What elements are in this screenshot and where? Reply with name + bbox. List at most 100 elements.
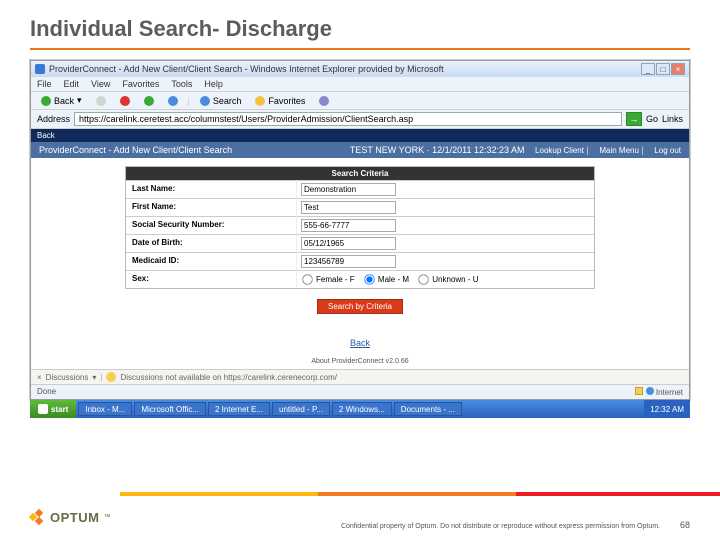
link-logout[interactable]: Log out bbox=[654, 146, 681, 155]
label-ssn: Social Security Number: bbox=[126, 216, 296, 234]
accent-bar bbox=[120, 492, 720, 496]
input-medicaid[interactable] bbox=[301, 255, 396, 268]
row-medicaid: Medicaid ID: bbox=[126, 252, 594, 270]
input-first-name[interactable] bbox=[301, 201, 396, 214]
menu-help[interactable]: Help bbox=[204, 79, 223, 89]
search-button[interactable]: Search bbox=[196, 95, 246, 107]
page-number: 68 bbox=[680, 520, 690, 530]
input-dob[interactable] bbox=[301, 237, 396, 250]
close-button[interactable]: × bbox=[671, 63, 685, 75]
search-label: Search bbox=[213, 96, 242, 106]
header-datetime: 12/1/2011 12:32:23 AM bbox=[432, 145, 524, 155]
radio-unknown[interactable] bbox=[419, 274, 429, 284]
window-titlebar: ProviderConnect - Add New Client/Client … bbox=[31, 61, 689, 77]
row-last-name: Last Name: bbox=[126, 180, 594, 198]
slide-title: Individual Search- Discharge bbox=[0, 0, 720, 48]
favorites-button[interactable]: Favorites bbox=[251, 95, 309, 107]
task-item[interactable]: Documents - ... bbox=[394, 402, 462, 416]
warning-icon bbox=[106, 372, 116, 382]
header-user: TEST NEW YORK bbox=[350, 145, 424, 155]
back-label: Back bbox=[54, 96, 74, 106]
status-bar: Done Internet bbox=[31, 384, 689, 399]
radio-male-label[interactable]: Male - M bbox=[363, 275, 409, 284]
media-button[interactable] bbox=[315, 95, 333, 107]
task-item[interactable]: untitled - P... bbox=[272, 402, 330, 416]
stop-button[interactable] bbox=[116, 95, 134, 107]
label-sex: Sex: bbox=[126, 270, 296, 288]
discussions-message: Discussions not available on https://car… bbox=[120, 373, 337, 382]
home-button[interactable] bbox=[164, 95, 182, 107]
search-by-criteria-button[interactable]: Search by Criteria bbox=[317, 299, 403, 314]
label-last-name: Last Name: bbox=[126, 180, 296, 198]
menu-edit[interactable]: Edit bbox=[64, 79, 80, 89]
lock-icon bbox=[635, 387, 643, 395]
discussions-close-icon[interactable]: × bbox=[37, 373, 42, 382]
forward-button[interactable] bbox=[92, 95, 110, 107]
label-medicaid: Medicaid ID: bbox=[126, 252, 296, 270]
toolbar: Back ▾ | Search Favorites bbox=[31, 91, 689, 110]
refresh-button[interactable] bbox=[140, 95, 158, 107]
minimize-button[interactable]: _ bbox=[641, 63, 655, 75]
task-item[interactable]: Inbox - M... bbox=[78, 402, 132, 416]
start-button[interactable]: start bbox=[30, 400, 76, 418]
go-button[interactable]: → bbox=[626, 112, 642, 126]
optum-logo-icon bbox=[28, 508, 46, 526]
page-back-link[interactable]: Back bbox=[31, 320, 689, 358]
input-last-name[interactable] bbox=[301, 183, 396, 196]
slide-footer: OPTUM™ Confidential property of Optum. D… bbox=[0, 492, 720, 540]
address-bar: Address → Go Links bbox=[31, 110, 689, 129]
row-dob: Date of Birth: bbox=[126, 234, 594, 252]
go-label: Go bbox=[646, 114, 658, 124]
links-label[interactable]: Links bbox=[662, 114, 683, 124]
ie-icon bbox=[35, 64, 45, 74]
label-first-name: First Name: bbox=[126, 198, 296, 216]
app-title: ProviderConnect - Add New Client/Client … bbox=[39, 145, 232, 155]
page-viewport: Back ProviderConnect - Add New Client/Cl… bbox=[31, 129, 689, 369]
task-item[interactable]: Microsoft Offic... bbox=[134, 402, 206, 416]
favorites-label: Favorites bbox=[268, 96, 305, 106]
window-title-text: ProviderConnect - Add New Client/Client … bbox=[49, 64, 444, 74]
search-criteria-panel: Search Criteria Last Name: First Name: S… bbox=[125, 166, 595, 289]
optum-logo-text: OPTUM bbox=[50, 510, 99, 525]
taskbar: start Inbox - M... Microsoft Offic... 2 … bbox=[30, 400, 690, 418]
radio-female[interactable] bbox=[302, 274, 312, 284]
address-label: Address bbox=[37, 114, 70, 124]
forward-icon bbox=[96, 96, 106, 106]
menu-tools[interactable]: Tools bbox=[171, 79, 192, 89]
back-icon bbox=[41, 96, 51, 106]
page-back-strip[interactable]: Back bbox=[31, 129, 689, 142]
discussions-bar: × Discussions ▾ | Discussions not availa… bbox=[31, 369, 689, 384]
browser-window: ProviderConnect - Add New Client/Client … bbox=[30, 60, 690, 400]
title-divider bbox=[30, 48, 690, 50]
input-ssn[interactable] bbox=[301, 219, 396, 232]
link-main-menu[interactable]: Main Menu bbox=[599, 146, 639, 155]
stop-icon bbox=[120, 96, 130, 106]
status-done: Done bbox=[37, 387, 56, 397]
back-button[interactable]: Back ▾ bbox=[37, 94, 86, 107]
task-item[interactable]: 2 Windows... bbox=[332, 402, 392, 416]
radio-unknown-text: Unknown - U bbox=[432, 275, 478, 284]
maximize-button[interactable]: □ bbox=[656, 63, 670, 75]
menu-view[interactable]: View bbox=[91, 79, 110, 89]
criteria-heading: Search Criteria bbox=[126, 167, 594, 180]
status-zone: Internet bbox=[656, 388, 683, 397]
app-header: ProviderConnect - Add New Client/Client … bbox=[31, 142, 689, 158]
label-dob: Date of Birth: bbox=[126, 234, 296, 252]
radio-female-text: Female - F bbox=[316, 275, 355, 284]
task-item[interactable]: 2 Internet E... bbox=[208, 402, 270, 416]
star-icon bbox=[255, 96, 265, 106]
link-lookup-client[interactable]: Lookup Client bbox=[535, 146, 584, 155]
search-icon bbox=[200, 96, 210, 106]
address-input[interactable] bbox=[74, 112, 622, 126]
refresh-icon bbox=[144, 96, 154, 106]
radio-male[interactable] bbox=[364, 274, 374, 284]
row-ssn: Social Security Number: bbox=[126, 216, 594, 234]
radio-unknown-label[interactable]: Unknown - U bbox=[417, 275, 478, 284]
menu-favorites[interactable]: Favorites bbox=[122, 79, 159, 89]
discussions-label[interactable]: Discussions bbox=[46, 373, 89, 382]
confidential-notice: Confidential property of Optum. Do not d… bbox=[341, 523, 660, 530]
menu-file[interactable]: File bbox=[37, 79, 52, 89]
windows-logo-icon bbox=[38, 404, 48, 414]
system-tray[interactable]: 12:32 AM bbox=[644, 400, 690, 418]
radio-female-label[interactable]: Female - F bbox=[301, 275, 355, 284]
